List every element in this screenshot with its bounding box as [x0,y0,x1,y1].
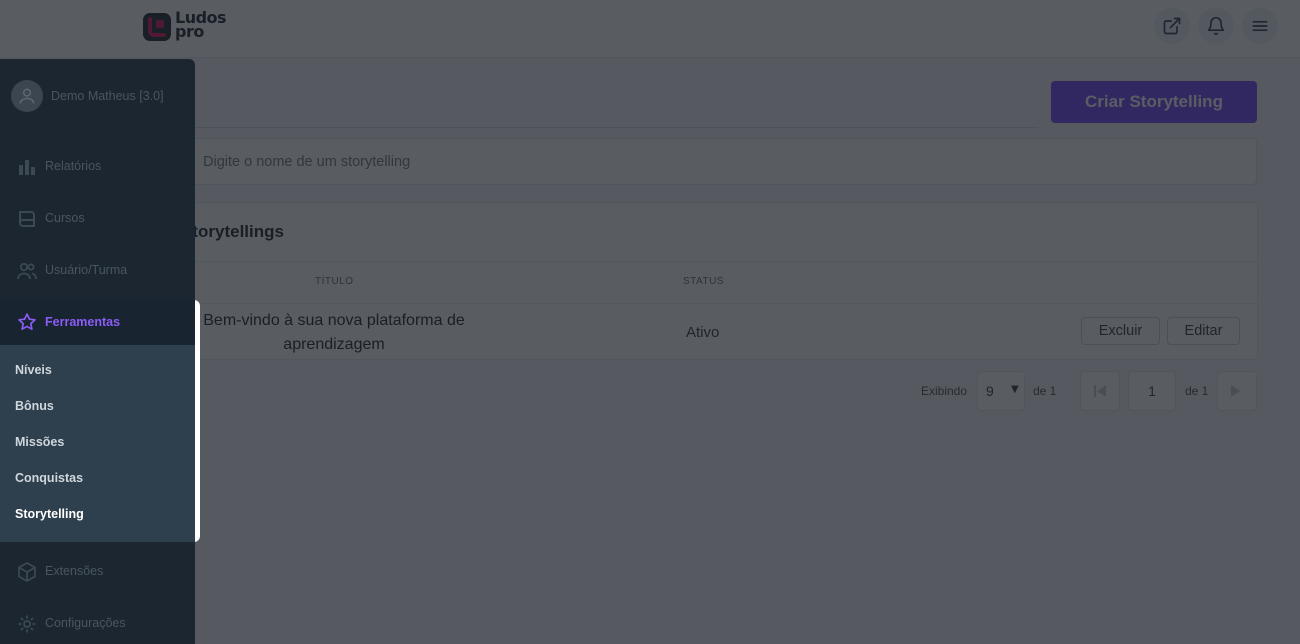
submenu-item-missoes[interactable]: Missões [15,435,64,449]
box-icon [18,562,36,582]
title-underline [195,127,1038,128]
sidebar-item-relatorios[interactable]: Relatórios [0,144,195,190]
gear-icon [18,615,36,633]
create-storytelling-button[interactable]: Criar Storytelling [1051,81,1257,123]
per-page-select[interactable]: 9 ▼ [977,371,1025,411]
chevron-down-icon: ▼ [1011,384,1019,395]
next-page-button[interactable] [1217,371,1257,411]
sidebar-item-extensoes[interactable]: Extensões [0,549,195,595]
avatar [11,80,43,112]
tour-spotlight: Ferramentas Níveis Bônus Missões Conquis… [0,300,200,542]
sidebar-item-ferramentas[interactable]: Ferramentas [0,300,195,345]
search-input[interactable] [203,139,1203,184]
sidebar-item-label: Relatórios [45,159,102,173]
user-profile[interactable]: Demo Matheus [3.0] [0,59,195,135]
sidebar-item-usuario-turma[interactable]: Usuário/Turma [0,248,195,294]
row-status: Ativo [686,324,720,341]
sidebar-item-label: Ferramentas [45,315,121,329]
top-bar: Ludos pro [0,0,1300,58]
next-page-icon [1231,385,1240,397]
logo-mark-icon [143,13,171,41]
previous-page-icon [1094,385,1106,397]
storytellings-card: Storytellings TÍTULO STATUS Bem-vindo à … [180,202,1258,360]
menu-button[interactable] [1242,8,1278,44]
sidebar-item-configuracoes[interactable]: Configurações [0,601,195,644]
per-page-value: 9 [986,383,994,399]
users-icon [17,262,37,280]
pager-total-label: de 1 [1185,384,1209,398]
search-box[interactable] [180,138,1257,185]
delete-button[interactable]: Excluir [1081,317,1160,345]
ludos-logo[interactable]: Ludos pro [142,10,232,43]
submenu-item-storytelling[interactable]: Storytelling [15,507,84,521]
logo-text-line2: pro [175,22,204,41]
column-header-status: STATUS [683,276,724,287]
submenu-item-bonus[interactable]: Bônus [15,399,54,413]
row-title: Bem-vindo à sua nova plataforma de apren… [203,312,465,353]
bar-chart-icon [19,160,35,175]
sidebar-item-label: Extensões [45,564,104,578]
user-icon [19,88,35,104]
notifications-button[interactable] [1198,8,1234,44]
user-name: Demo Matheus [3.0] [51,89,164,103]
sidebar-item-label: Usuário/Turma [45,263,128,277]
sidebar-item-label: Configurações [45,616,126,630]
divider [181,261,1257,262]
edit-button[interactable]: Editar [1167,317,1240,345]
submenu-item-conquistas[interactable]: Conquistas [15,471,83,485]
star-icon [18,313,36,330]
external-link-icon [1163,17,1181,35]
previous-page-button[interactable] [1080,371,1120,411]
column-header-title: TÍTULO [315,276,354,287]
tools-submenu: Ferramentas Níveis Bônus Missões Conquis… [0,300,195,542]
submenu-item-niveis[interactable]: Níveis [15,363,52,377]
hamburger-menu-icon [1252,21,1268,31]
card-title: Storytellings [181,222,284,241]
book-icon [19,211,35,227]
current-page-input[interactable]: 1 [1128,371,1176,411]
sidebar-item-cursos[interactable]: Cursos [0,196,195,242]
bell-icon [1207,16,1225,36]
pager-of-label: de 1 [1033,384,1057,398]
external-link-button[interactable] [1154,8,1190,44]
pager-showing-label: Exibindo [921,384,968,398]
sidebar-item-label: Cursos [45,211,85,225]
divider [181,303,1257,304]
